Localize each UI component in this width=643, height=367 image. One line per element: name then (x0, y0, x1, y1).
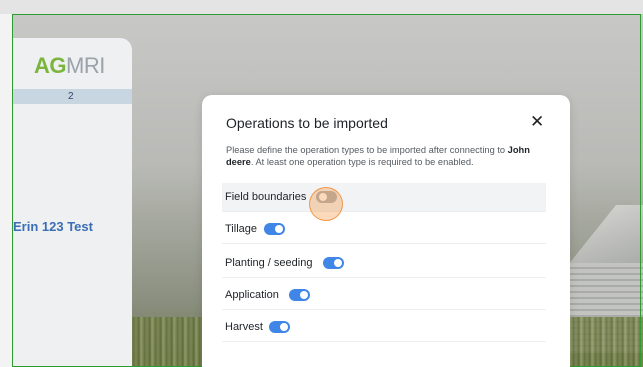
operation-row-tillage: Tillage (222, 215, 546, 244)
operations-modal: Operations to be imported ✕ Please defin… (202, 95, 570, 367)
application-toggle[interactable] (289, 289, 310, 301)
operation-label: Field boundaries (225, 191, 307, 203)
modal-title: Operations to be imported (226, 115, 388, 131)
toggle-knob (300, 291, 308, 299)
operation-label: Harvest (225, 321, 263, 333)
harvest-toggle[interactable] (269, 321, 290, 333)
operation-row-planting: Planting / seeding (222, 249, 546, 278)
operation-row-harvest: Harvest (222, 313, 546, 342)
operation-row-field-boundaries: Field boundaries (222, 183, 546, 212)
operation-label: Tillage (225, 223, 257, 235)
left-edge-strip (0, 14, 12, 367)
operation-label: Planting / seeding (225, 257, 313, 269)
planting-seeding-toggle[interactable] (323, 257, 344, 269)
click-indicator (309, 187, 343, 221)
toggle-knob (275, 225, 283, 233)
description-text-pre: Please define the operation types to be … (226, 145, 508, 155)
toggle-knob (280, 323, 288, 331)
close-icon[interactable]: ✕ (530, 113, 544, 130)
browser-top-strip (0, 0, 643, 14)
description-text-post: . At least one operation type is require… (250, 157, 474, 167)
operation-label: Application (225, 289, 279, 301)
toggle-knob (334, 259, 342, 267)
app-viewport: AGMRI 2 Erin 123 Test Operations to be i… (0, 0, 643, 367)
tillage-toggle[interactable] (264, 223, 285, 235)
modal-description: Please define the operation types to be … (226, 144, 552, 168)
operation-row-application: Application (222, 281, 546, 310)
